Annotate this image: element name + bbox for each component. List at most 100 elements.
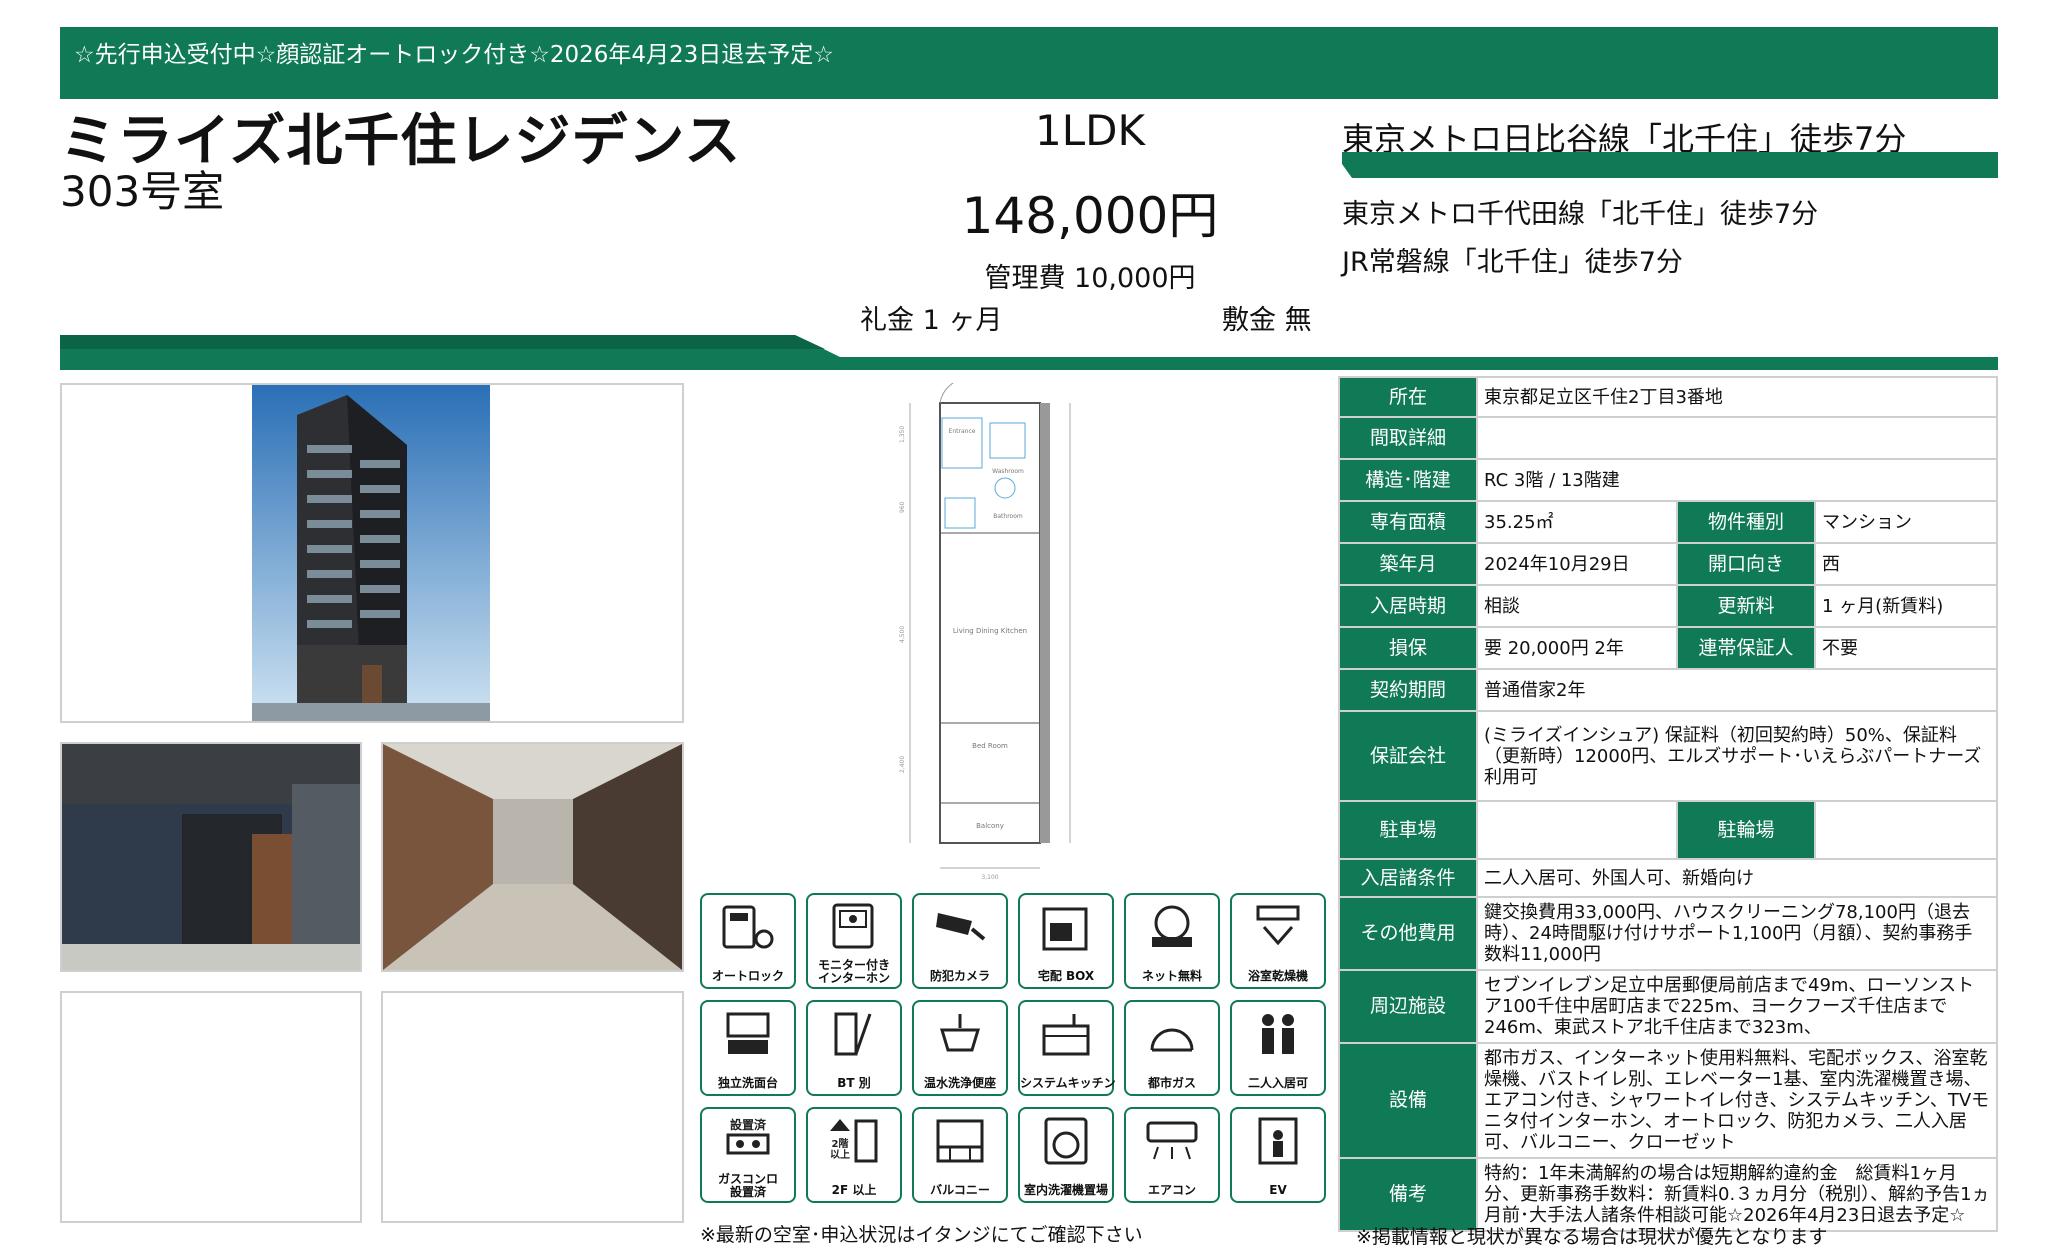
spec-label: その他費用	[1338, 896, 1478, 971]
intercom-icon	[832, 903, 874, 949]
deposit: 敷金 無	[1222, 305, 1312, 336]
banner-text: ☆先行申込受付中☆顔認証オートロック付き☆2026年4月23日退去予定☆	[74, 42, 834, 68]
second-floor-text: 2階以上	[830, 1137, 850, 1161]
second-floor-icon: 2階以上	[830, 1119, 878, 1163]
floorplan-bedroom-label: Bed Room	[972, 742, 1008, 750]
amenity-bath-dryer: 浴室乾燥機	[1230, 893, 1326, 989]
floorplan-dim-1: 1,350	[899, 426, 906, 443]
amenity-intercom: モニター付き インターホン	[806, 893, 902, 989]
camera-icon	[936, 913, 986, 941]
spec-label: 連帯保証人	[1676, 626, 1816, 670]
amenity-washlet: 温水洗浄便座	[912, 1000, 1008, 1096]
amenity-washer: 室内洗濯機置場	[1018, 1107, 1114, 1203]
amenity-label: 都市ガス	[1147, 1076, 1196, 1090]
building-exterior-photo	[60, 383, 684, 723]
vanity-icon	[726, 1012, 770, 1054]
property-spec-table: 所在 東京都足立区千住2丁目3番地 間取詳細 構造･階建 RC 3階 / 13階…	[1338, 376, 1998, 1232]
amenity-kitchen: システムキッチン	[1018, 1000, 1116, 1096]
empty-photo-slot-1	[60, 991, 362, 1223]
amenity-aircon: エアコン	[1124, 1107, 1220, 1203]
floorplan-washroom-label: Washroom	[992, 468, 1024, 475]
spec-label: 間取詳細	[1338, 416, 1478, 460]
spec-label: 損保	[1338, 626, 1478, 670]
delivery-box-icon	[1042, 907, 1088, 951]
amenity-label: バルコニー	[930, 1183, 990, 1197]
amenity-label: システムキッチン	[1020, 1076, 1116, 1090]
station-tertiary: JR常磐線「北千住」徒歩7分	[1342, 247, 1683, 278]
amenity-label: 防犯カメラ	[929, 969, 990, 983]
key-money: 礼金 1 ヶ月	[860, 305, 1003, 336]
spec-bike	[1814, 800, 1998, 860]
floorplan-dim-5: 3,100	[981, 874, 998, 881]
two-person-icon	[1262, 1014, 1294, 1054]
amenity-label: 二人入居可	[1247, 1076, 1308, 1090]
amenity-bt-separate: BT 別	[806, 1000, 902, 1096]
spec-label: 入居時期	[1338, 584, 1478, 628]
spec-nearby: セブンイレブン足立中居郵便局前店まで49m、ローソンストア100千住中居町店まで…	[1476, 969, 1998, 1044]
layout-type: 1LDK	[1034, 106, 1145, 155]
spec-label: 設備	[1338, 1042, 1478, 1159]
hallway-illustration	[383, 744, 682, 970]
spec-area: 35.25㎡	[1476, 500, 1678, 544]
spec-label: 保証会社	[1338, 710, 1478, 802]
amenity-gas-stove: 設置済 ガスコンロ 設置済	[700, 1107, 796, 1203]
spec-parking	[1476, 800, 1678, 860]
spec-layout-detail	[1476, 416, 1998, 460]
top-banner: ☆先行申込受付中☆顔認証オートロック付き☆2026年4月23日退去予定☆	[60, 27, 1998, 99]
spec-guarantor: 不要	[1814, 626, 1998, 670]
spec-structure: RC 3階 / 13階建	[1476, 458, 1998, 502]
spec-label: 駐車場	[1338, 800, 1478, 860]
station-secondary: 東京メトロ千代田線「北千住」徒歩7分	[1342, 199, 1819, 230]
floorplan-dim-4: 2,400	[899, 756, 906, 773]
spec-label: 所在	[1338, 376, 1478, 418]
amenity-label: 独立洗面台	[717, 1076, 778, 1090]
amenity-label: 浴室乾燥機	[1247, 969, 1308, 983]
section-divider	[60, 335, 1998, 370]
floorplan-dim-2: 960	[899, 501, 906, 513]
bath-dryer-icon	[1256, 905, 1300, 946]
floorplan-entrance-label: Entrance	[949, 428, 976, 435]
hallway-photo	[381, 742, 684, 972]
spec-label: 入居諸条件	[1338, 858, 1478, 898]
amenity-elevator: EV	[1230, 1107, 1326, 1203]
washlet-icon	[939, 1014, 981, 1052]
spec-label: 更新料	[1676, 584, 1816, 628]
spec-label: 駐輪場	[1676, 800, 1816, 860]
amenity-label: ネット無料	[1141, 969, 1202, 983]
spec-insurance: 要 20,000円 2年	[1476, 626, 1678, 670]
availability-note: ※最新の空室･申込状況はイタンジにてご確認下さい	[700, 1224, 1143, 1246]
amenity-label: 室内洗濯機置場	[1023, 1183, 1108, 1197]
amenity-label: ガスコンロ 設置済	[717, 1172, 778, 1199]
spec-label: 開口向き	[1676, 542, 1816, 586]
spec-label: 専有面積	[1338, 500, 1478, 544]
spec-remarks: 特約：1年未満解約の場合は短期解約違約金 総賃料1ヶ月分、更新事務手数料：新賃料…	[1476, 1157, 1998, 1232]
gas-stove-top-text: 設置済	[730, 1117, 767, 1132]
amenity-internet: ネット無料	[1124, 893, 1220, 989]
spec-type: マンション	[1814, 500, 1998, 544]
spec-location: 東京都足立区千住2丁目3番地	[1476, 376, 1998, 418]
kitchen-icon	[1042, 1014, 1090, 1056]
floorplan-balcony-label: Balcony	[976, 822, 1004, 830]
internet-icon	[1152, 905, 1192, 947]
floorplan-bathroom-label: Bathroom	[993, 513, 1023, 520]
autolock-icon	[722, 905, 774, 949]
spec-conditions: 二人入居可、外国人可、新婚向け	[1476, 858, 1998, 898]
gas-stove-icon: 設置済	[726, 1117, 770, 1155]
amenity-camera: 防犯カメラ	[912, 893, 1008, 989]
station-underline	[1342, 152, 1998, 178]
building-illustration	[252, 385, 490, 721]
room-number: 303号室	[60, 167, 225, 216]
spec-built: 2024年10月29日	[1476, 542, 1678, 586]
spec-renewal: 1 ヶ月(新賃料)	[1814, 584, 1998, 628]
spec-label: 物件種別	[1676, 500, 1816, 544]
spec-label: 周辺施設	[1338, 969, 1478, 1044]
amenity-label: 2F 以上	[831, 1183, 877, 1197]
amenity-label: エアコン	[1147, 1183, 1196, 1197]
aircon-icon	[1146, 1121, 1198, 1160]
spec-label: 築年月	[1338, 542, 1478, 586]
spec-direction: 西	[1814, 542, 1998, 586]
spec-facilities: 都市ガス、インターネット使用料無料、宅配ボックス、浴室乾燥機、バストイレ別、エレ…	[1476, 1042, 1998, 1159]
amenity-vanity: 独立洗面台	[700, 1000, 796, 1096]
spec-label: 構造･階建	[1338, 458, 1478, 502]
amenity-autolock: オートロック	[700, 893, 796, 989]
